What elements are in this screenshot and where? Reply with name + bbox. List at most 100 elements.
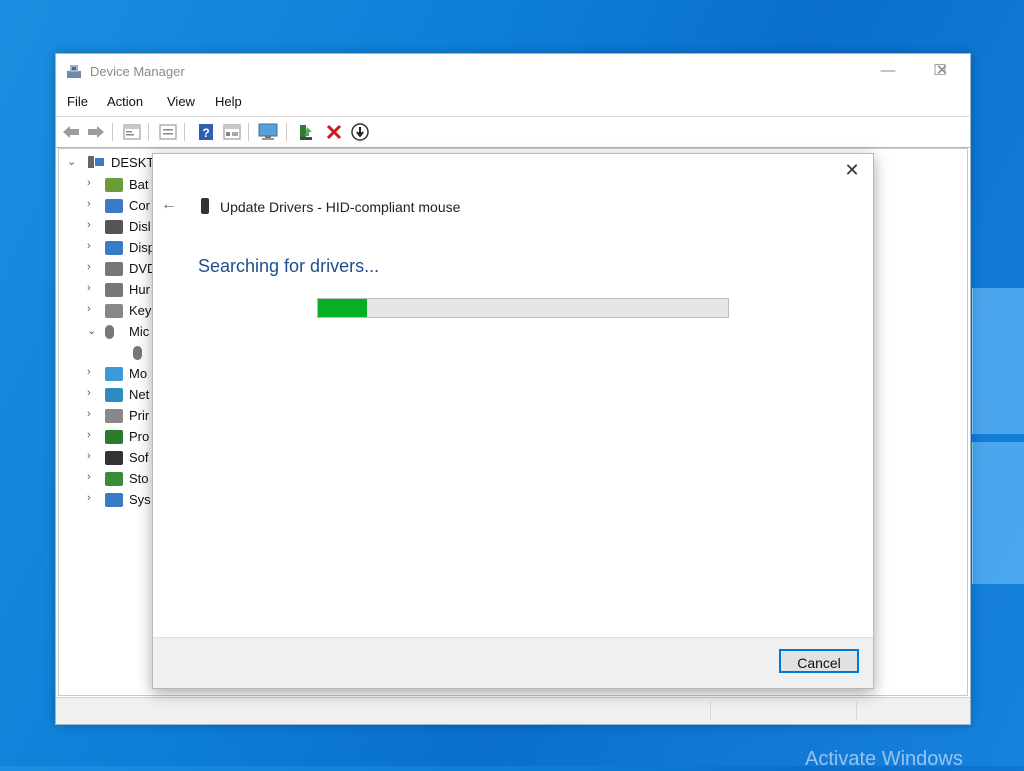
chevron-down-icon[interactable]: ⌄ [87, 324, 97, 337]
status-divider [856, 702, 857, 720]
tree-item-label: Sof [129, 450, 149, 465]
tree-item[interactable]: › Disp [65, 238, 165, 258]
hid-icon [105, 283, 123, 297]
tree-item[interactable]: › Disl [65, 217, 165, 237]
svg-text:?: ? [202, 126, 209, 140]
forward-icon[interactable] [86, 122, 106, 142]
menu-action[interactable]: Action [107, 94, 143, 109]
activate-windows-watermark: Activate Windows [805, 748, 963, 770]
chevron-right-icon[interactable]: › [87, 471, 97, 483]
tree-item-label: Pro [129, 429, 150, 444]
chevron-right-icon[interactable]: › [87, 261, 97, 273]
chevron-right-icon[interactable]: › [87, 429, 97, 441]
chevron-down-icon[interactable]: ⌄ [67, 155, 77, 168]
tree-item[interactable]: › Bat [65, 175, 165, 195]
dialog-close-button[interactable]: ✕ [841, 160, 863, 181]
tree-item-label: Key [129, 303, 152, 318]
monitor-icon [105, 367, 123, 381]
chevron-right-icon[interactable]: › [87, 219, 97, 231]
tree-item[interactable]: › Hur [65, 280, 165, 300]
tree-item-label: Cor [129, 198, 150, 213]
tree-item[interactable]: › Sof [65, 448, 165, 468]
chevron-right-icon[interactable]: › [87, 240, 97, 252]
tree-item[interactable]: ⌄ Mic [65, 322, 165, 342]
toolbar-separator [148, 123, 149, 141]
chevron-right-icon[interactable]: › [87, 408, 97, 420]
tree-item[interactable]: › Sto [65, 469, 165, 489]
computer-icon [88, 156, 104, 168]
help-icon[interactable]: ? [196, 122, 216, 142]
toolbar-separator [184, 123, 185, 141]
chevron-right-icon[interactable]: › [87, 387, 97, 399]
close-window-button[interactable]: ✕ [930, 60, 954, 82]
status-bar [56, 697, 970, 724]
tree-item[interactable]: › Net [65, 385, 165, 405]
tree-item-label: Mo [129, 366, 148, 381]
processor-icon [105, 430, 123, 444]
toolbar: ? [56, 116, 970, 148]
tree-item[interactable] [65, 343, 165, 363]
tree-item[interactable]: › Mo [65, 364, 165, 384]
print-queue-icon [105, 409, 123, 423]
back-icon[interactable] [61, 122, 81, 142]
tree-root[interactable]: ⌄ DESKTO [65, 153, 165, 173]
system-device-icon [105, 493, 123, 507]
computer-scan-icon[interactable] [258, 122, 278, 142]
progress-fill [318, 299, 368, 317]
tree-item-label: Disl [129, 219, 151, 234]
toolbar-separator [112, 123, 113, 141]
chevron-right-icon[interactable]: › [87, 450, 97, 462]
tree-item-label: Prir [129, 408, 150, 423]
tree-item[interactable]: › Key [65, 301, 165, 321]
enable-device-icon[interactable] [350, 122, 370, 142]
back-arrow-icon[interactable]: ← [161, 196, 177, 214]
mouse-icon [201, 198, 209, 214]
chevron-right-icon[interactable]: › [87, 303, 97, 315]
computer-icon [105, 199, 123, 213]
tree-item[interactable]: › Cor [65, 196, 165, 216]
menu-bar: File Action View Help [56, 90, 970, 114]
properties-icon[interactable] [122, 122, 142, 142]
chevron-right-icon[interactable]: › [87, 492, 97, 504]
menu-file[interactable]: File [67, 94, 88, 109]
tree-item[interactable]: › Pro [65, 427, 165, 447]
toolbar-separator [286, 123, 287, 141]
show-hide-icon[interactable] [158, 122, 178, 142]
searching-heading: Searching for drivers... [198, 256, 380, 276]
chevron-right-icon[interactable]: › [87, 366, 97, 378]
disk-drive-icon [105, 220, 123, 234]
battery-icon [105, 178, 123, 192]
tree-item-label: Bat [129, 177, 149, 192]
cancel-button[interactable]: Cancel [779, 649, 859, 673]
dialog-footer: Cancel [153, 637, 873, 688]
chevron-right-icon[interactable]: › [87, 282, 97, 294]
network-adapter-icon [105, 388, 123, 402]
chevron-right-icon[interactable]: › [87, 198, 97, 210]
tree-item[interactable]: › Prir [65, 406, 165, 426]
uninstall-icon[interactable] [324, 122, 344, 142]
tree-item-label: Mic [129, 324, 150, 339]
tree-item[interactable]: › Sys [65, 490, 165, 510]
tree-item[interactable]: › DVD [65, 259, 165, 279]
chevron-right-icon[interactable]: › [87, 177, 97, 189]
toolbar-separator [248, 123, 249, 141]
tree-item-label: Sys [129, 492, 151, 507]
title-bar[interactable]: Device Manager — ☐ ✕ [56, 54, 970, 90]
menu-view[interactable]: View [167, 94, 195, 109]
dvd-drive-icon [105, 262, 123, 276]
menu-help[interactable]: Help [215, 94, 242, 109]
software-device-icon [105, 451, 123, 465]
keyboard-icon [105, 304, 123, 318]
dialog-title: Update Drivers - HID-compliant mouse [220, 199, 461, 215]
status-divider [710, 702, 711, 720]
mouse-icon [105, 325, 114, 339]
display-adapter-icon [105, 241, 123, 255]
update-drivers-dialog: ✕ ← Update Drivers - HID-compliant mouse… [152, 153, 874, 689]
windows-logo-pane-top [972, 288, 1024, 434]
update-driver-icon[interactable] [296, 122, 316, 142]
progress-bar [317, 298, 729, 318]
mouse-device-icon [133, 346, 142, 360]
windows-logo-pane-bottom [972, 442, 1024, 584]
storage-controller-icon [105, 472, 123, 486]
view-icon[interactable] [222, 122, 242, 142]
